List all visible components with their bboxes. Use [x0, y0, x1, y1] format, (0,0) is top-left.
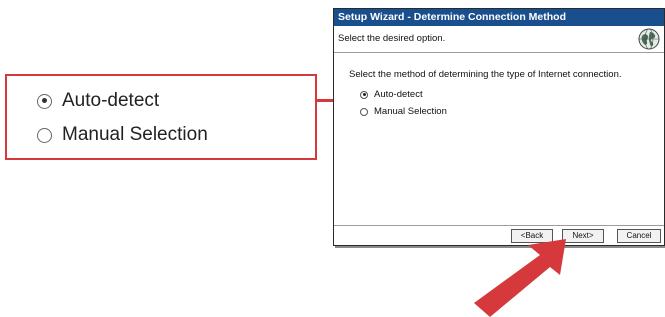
radio-unchecked-icon[interactable]: [360, 107, 368, 116]
dialog-subheader: Select the desired option.: [334, 26, 664, 53]
globe-icon: [638, 28, 660, 50]
dialog-prompt: Select the method of determining the typ…: [349, 69, 622, 80]
subheader-text: Select the desired option.: [338, 33, 446, 44]
radio-option-label: Manual Selection: [374, 106, 447, 117]
radio-checked-icon: [37, 93, 52, 109]
dialog-content: Select the method of determining the typ…: [334, 53, 664, 228]
callout-option-label: Manual Selection: [62, 124, 208, 145]
radio-option-label: Auto-detect: [374, 89, 423, 100]
radio-checked-icon[interactable]: [360, 90, 368, 99]
dialog-title: Setup Wizard - Determine Connection Meth…: [334, 9, 664, 26]
setup-wizard-dialog: Setup Wizard - Determine Connection Meth…: [333, 8, 665, 246]
radio-unchecked-icon: [37, 127, 52, 143]
red-arrow-icon: [474, 239, 566, 317]
callout-option-label: Auto-detect: [62, 90, 160, 111]
radio-option-manual-selection[interactable]: Manual Selection: [360, 106, 447, 117]
radio-option-auto-detect[interactable]: Auto-detect: [360, 89, 423, 100]
zoom-callout: Auto-detect Manual Selection: [5, 74, 317, 160]
cancel-button[interactable]: Cancel: [617, 229, 661, 243]
callout-option-manual: Manual Selection: [37, 124, 208, 146]
callout-option-auto-detect: Auto-detect: [37, 90, 159, 112]
